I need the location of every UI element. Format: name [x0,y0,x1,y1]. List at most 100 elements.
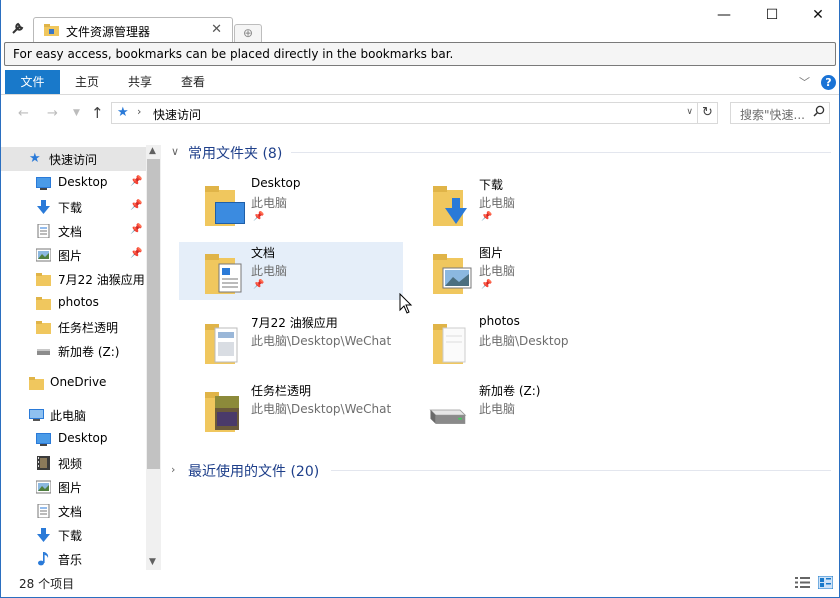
scroll-down-arrow-icon[interactable]: ▼ [149,557,156,567]
sidebar-item-pictures[interactable]: 图片 📌 [1,243,146,267]
tile-path: 此电脑\Desktop\WeChat [251,402,392,416]
sidebar-item-desktop[interactable]: Desktop 📌 [1,171,146,195]
ribbon-tab-view[interactable]: 查看 [169,70,217,94]
sidebar-item-onedrive[interactable]: OneDrive [1,371,146,395]
scrollbar-thumb[interactable] [147,159,160,469]
tab-title: 文件资源管理器 [66,25,151,39]
content-pane: ∨ 常用文件夹 (8) Desktop 此电脑 📌 下载 此电脑 📌 文档 此电… [161,132,839,570]
search-icon[interactable] [813,105,825,120]
folder-tile-taskbar[interactable]: 任务栏透明 此电脑\Desktop\WeChat [179,380,403,438]
sidebar-item-folder-youhou[interactable]: 7月22 油猴应用 [1,267,146,291]
title-bar: 文件资源管理器 ✕ ⊕ — ☐ ✕ [1,0,839,43]
tile-path: 此电脑 [479,402,516,416]
sidebar-item-label: 视频 [58,457,83,471]
tile-name: 图片 [479,246,504,260]
pin-icon: 📌 [253,280,265,290]
sidebar-item-pc-desktop[interactable]: Desktop [1,427,146,451]
minimize-button[interactable]: — [701,4,747,26]
sidebar-item-label: Desktop [58,175,108,189]
maximize-button[interactable]: ☐ [749,4,795,26]
ribbon-tab-home[interactable]: 主页 [63,70,111,94]
sidebar-item-pc-downloads[interactable]: 下载 [1,523,146,547]
sidebar-item-this-pc[interactable]: 此电脑 [1,403,146,427]
scroll-up-arrow-icon[interactable]: ▲ [149,146,156,156]
search-box[interactable]: 搜索"快速... [730,102,830,124]
document-icon [37,504,50,518]
collapse-chevron-icon[interactable]: ∨ [171,145,179,158]
close-button[interactable]: ✕ [795,4,839,26]
tile-path: 此电脑 [251,264,288,278]
sidebar-item-pc-music[interactable]: 音乐 [1,547,146,570]
folder-tile-documents[interactable]: 文档 此电脑 📌 [179,242,403,300]
up-arrow-icon[interactable]: ↑ [91,104,104,122]
mouse-cursor-icon [399,293,413,314]
recent-locations-chevron-icon[interactable]: ▼ [73,108,80,118]
drive-icon [429,409,467,424]
new-tab-button[interactable]: ⊕ [234,24,262,42]
tile-path: 此电脑\Desktop\WeChat [251,334,392,348]
documents-folder-icon [205,254,242,294]
video-icon [37,456,50,470]
forward-arrow-icon[interactable]: → [47,106,58,121]
sidebar-item-label: 文档 [58,225,83,239]
sidebar-scrollbar[interactable]: ▲ ▼ [146,145,161,570]
sidebar-item-label: 新加卷 (Z:) [58,345,120,359]
folder-tile-downloads[interactable]: 下载 此电脑 📌 [407,174,631,232]
breadcrumb-chevron-icon[interactable]: › [137,105,141,118]
tab-file-explorer[interactable]: 文件资源管理器 ✕ [33,17,233,43]
sidebar-item-pc-documents[interactable]: 文档 [1,499,146,523]
refresh-icon[interactable]: ↻ [698,102,718,124]
address-dropdown-chevron-icon[interactable]: ∨ [686,107,693,117]
star-icon: ★ [29,151,41,166]
folder-tile-photos[interactable]: photos 此电脑\Desktop [407,312,631,370]
sidebar-item-downloads[interactable]: 下载 📌 [1,195,146,219]
details-view-icon[interactable] [795,576,810,589]
sidebar-item-label: 任务栏透明 [58,321,119,335]
sidebar-item-label: 下载 [58,529,83,543]
pin-icon: 📌 [481,280,493,290]
expand-chevron-icon[interactable]: › [171,463,175,476]
address-bar[interactable]: ★ › 快速访问 ∨ [111,102,698,124]
search-placeholder[interactable]: 搜索"快速... [740,106,805,123]
ribbon-tab-share[interactable]: 共享 [115,70,165,94]
tiles-view-icon[interactable] [818,576,833,589]
navigation-pane: ★ 快速访问 Desktop 📌 下载 📌 文档 📌 图片 📌 7月22 油猴应… [1,145,161,570]
sidebar-item-label: 音乐 [58,553,83,567]
tab-close-icon[interactable]: ✕ [211,22,222,37]
group-divider [291,152,831,153]
ribbon-expand-chevron-icon[interactable]: ﹀ [799,74,810,90]
tile-path: 此电脑 [251,196,288,210]
folder-with-files-icon [433,324,466,364]
folder-tile-pictures[interactable]: 图片 此电脑 📌 [407,242,631,300]
sidebar-item-quick-access[interactable]: ★ 快速访问 [1,147,146,171]
sidebar-item-label: Desktop [58,431,108,445]
folder-with-image-icon [205,392,239,432]
ribbon-tab-file[interactable]: 文件 [5,70,60,94]
item-count: 28 个项目 [19,577,75,591]
sidebar-item-pc-videos[interactable]: 视频 [1,451,146,475]
picture-icon [36,480,51,494]
folder-icon [36,321,51,334]
drive-tile-z[interactable]: 新加卷 (Z:) 此电脑 [407,380,631,438]
sidebar-item-label: OneDrive [50,375,107,389]
sidebar-item-documents[interactable]: 文档 📌 [1,219,146,243]
pin-icon: 📌 [130,248,143,259]
sidebar-item-folder-taskbar[interactable]: 任务栏透明 [1,315,146,339]
tile-path: 此电脑 [479,264,516,278]
tile-path: 此电脑 [479,196,516,210]
quick-access-star-icon: ★ [117,105,129,120]
downloads-folder-icon [433,186,467,226]
folder-icon [29,377,44,390]
breadcrumb-location[interactable]: 快速访问 [153,106,201,123]
sidebar-item-pc-pictures[interactable]: 图片 [1,475,146,499]
desktop-icon [36,433,51,446]
folder-tile-youhou[interactable]: 7月22 油猴应用 此电脑\Desktop\WeChat [179,312,403,370]
wrench-icon[interactable] [11,20,27,36]
help-icon[interactable]: ? [821,75,836,90]
back-arrow-icon[interactable]: ← [18,106,29,121]
folder-tile-desktop[interactable]: Desktop 此电脑 📌 [179,174,403,232]
picture-icon [36,248,51,262]
folder-icon [36,297,51,310]
sidebar-item-drive-z[interactable]: 新加卷 (Z:) [1,339,146,363]
sidebar-item-folder-photos[interactable]: photos [1,291,146,315]
